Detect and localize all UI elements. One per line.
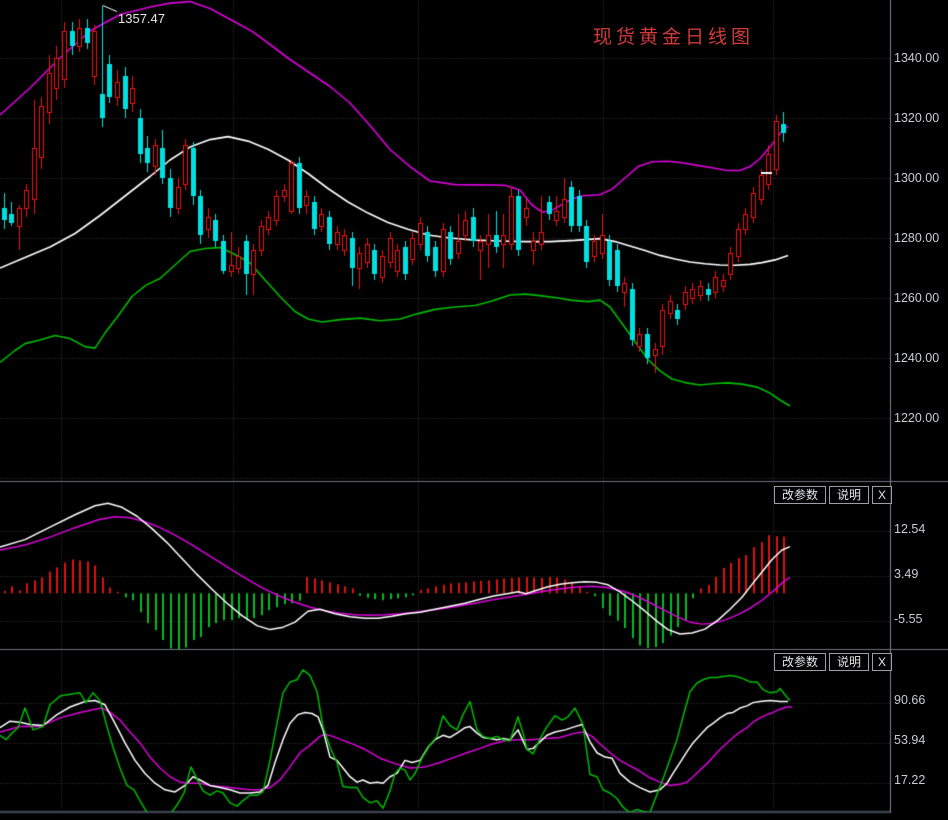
kdj-axis-label: 17.22 — [894, 773, 925, 787]
kdj-panel-toolbar: 改参数 说明 X — [774, 653, 892, 671]
macd-change-params-button[interactable]: 改参数 — [774, 486, 826, 504]
chart-title: 现货黄金日线图 — [593, 22, 754, 49]
kdj-close-button[interactable]: X — [872, 653, 892, 671]
macd-axis-label: 12.54 — [894, 522, 925, 536]
price-axis-label: 1300.00 — [894, 171, 939, 185]
price-axis-label: 1280.00 — [894, 231, 939, 245]
price-axis-label: 1320.00 — [894, 111, 939, 125]
macd-axis-label: -5.55 — [894, 612, 923, 626]
macd-close-button[interactable]: X — [872, 486, 892, 504]
kdj-axis-label: 53.94 — [894, 733, 925, 747]
trading-app-window: 现货黄金日线图 1357.47 改参数 说明 X 改参数 说明 X 1340.0… — [0, 0, 948, 820]
price-axis-label: 1340.00 — [894, 51, 939, 65]
kdj-axis-label: 90.66 — [894, 693, 925, 707]
macd-panel-toolbar: 改参数 说明 X — [774, 486, 892, 504]
price-chart-canvas[interactable] — [0, 0, 948, 820]
price-axis-label: 1260.00 — [894, 291, 939, 305]
price-axis-label: 1220.00 — [894, 411, 939, 425]
kdj-help-button[interactable]: 说明 — [829, 653, 869, 671]
macd-help-button[interactable]: 说明 — [829, 486, 869, 504]
peak-price-annotation: 1357.47 — [118, 11, 165, 26]
macd-axis-label: 3.49 — [894, 567, 918, 581]
kdj-change-params-button[interactable]: 改参数 — [774, 653, 826, 671]
price-axis-label: 1240.00 — [894, 351, 939, 365]
